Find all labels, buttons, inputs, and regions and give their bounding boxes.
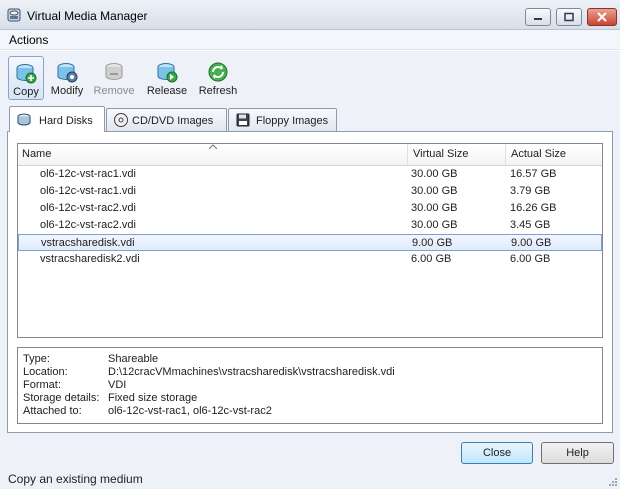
release-disk-icon: [157, 63, 178, 83]
release-label: Release: [146, 85, 188, 97]
column-header-actual-size[interactable]: Actual Size: [511, 148, 566, 160]
table-row-selected[interactable]: vstracsharedisk.vdi 9.00 GB 9.00 GB: [18, 234, 602, 251]
tab-cd-dvd-images[interactable]: CD/DVD Images: [106, 108, 227, 132]
remove-button[interactable]: Remove: [92, 56, 136, 100]
virtual-size: 30.00 GB: [411, 185, 458, 197]
modify-button[interactable]: Modify: [48, 56, 86, 100]
actual-size: 3.45 GB: [510, 219, 551, 231]
resize-grip-icon[interactable]: [608, 477, 618, 487]
details-panel: Type: Shareable Location: D:\12cracVMmac…: [17, 347, 603, 424]
table-row[interactable]: vstracsharedisk2.vdi 6.00 GB 6.00 GB: [18, 251, 602, 268]
sort-ascending-icon: [209, 144, 217, 149]
tab-hard-disks[interactable]: Hard Disks: [9, 106, 105, 132]
table-row[interactable]: ol6-12c-vst-rac2.vdi 30.00 GB 16.26 GB: [18, 200, 602, 217]
disk-name: vstracsharedisk.vdi: [41, 237, 135, 249]
help-button[interactable]: Help: [541, 442, 614, 464]
maximize-button[interactable]: [556, 8, 582, 26]
remove-disk-icon: [105, 63, 123, 80]
detail-label: Location:: [23, 366, 68, 378]
disk-name: ol6-12c-vst-rac2.vdi: [40, 219, 136, 231]
close-button[interactable]: Close: [461, 442, 533, 464]
detail-label: Type:: [23, 353, 50, 365]
detail-value: Shareable: [108, 353, 159, 365]
title-bar: Virtual Media Manager: [0, 0, 620, 30]
minimize-button[interactable]: [525, 8, 551, 26]
release-button[interactable]: Release: [144, 56, 190, 100]
cd-dvd-icon: [114, 113, 128, 127]
actual-size: 6.00 GB: [510, 253, 551, 265]
column-divider[interactable]: [407, 144, 408, 166]
actual-size: 16.26 GB: [510, 202, 557, 214]
copy-button[interactable]: Copy: [8, 56, 44, 100]
actual-size: 9.00 GB: [511, 237, 552, 249]
detail-row-attached: Attached to: ol6-12c-vst-rac1, ol6-12c-v…: [18, 405, 602, 418]
detail-row-location: Location: D:\12cracVMmachines\vstracshar…: [18, 366, 602, 379]
copy-label: Copy: [13, 86, 39, 98]
detail-label: Attached to:: [23, 405, 82, 417]
virtual-size: 30.00 GB: [411, 168, 458, 180]
modify-disk-icon: [57, 63, 78, 83]
detail-row-type: Type: Shareable: [18, 353, 602, 366]
column-divider[interactable]: [505, 144, 506, 166]
table-row[interactable]: ol6-12c-vst-rac2.vdi 30.00 GB 3.45 GB: [18, 217, 602, 234]
media-list[interactable]: Name Virtual Size Actual Size ol6-12c-vs…: [17, 143, 603, 338]
remove-label: Remove: [93, 85, 135, 97]
detail-row-format: Format: VDI: [18, 379, 602, 392]
window-title: Virtual Media Manager: [27, 9, 148, 23]
disk-name: ol6-12c-vst-rac1.vdi: [40, 168, 136, 180]
minimize-icon: [534, 18, 542, 20]
hard-disk-icon: [17, 113, 31, 126]
virtual-size: 30.00 GB: [411, 219, 458, 231]
status-bar: Copy an existing medium: [0, 469, 620, 489]
tab-cd-dvd-label: CD/DVD Images: [132, 115, 214, 127]
refresh-icon: [208, 62, 228, 82]
detail-label: Format:: [23, 379, 61, 391]
disk-name: vstracsharedisk2.vdi: [40, 253, 140, 265]
close-icon: [597, 12, 607, 22]
column-header-virtual-size[interactable]: Virtual Size: [413, 148, 468, 160]
detail-value: VDI: [108, 379, 127, 391]
copy-disk-icon: [16, 64, 37, 84]
list-header: Name Virtual Size Actual Size: [18, 144, 602, 166]
detail-value: D:\12cracVMmachines\vstracsharedisk\vstr…: [108, 366, 395, 378]
maximize-icon: [564, 12, 574, 22]
window-close-button[interactable]: [587, 8, 617, 26]
menu-actions[interactable]: Actions: [9, 33, 48, 47]
tab-floppy-label: Floppy Images: [256, 115, 329, 127]
modify-label: Modify: [50, 85, 84, 97]
tab-floppy-images[interactable]: Floppy Images: [228, 108, 337, 132]
floppy-icon: [236, 113, 250, 127]
table-row[interactable]: ol6-12c-vst-rac1.vdi 30.00 GB 3.79 GB: [18, 183, 602, 200]
virtual-size: 6.00 GB: [411, 253, 452, 265]
refresh-button[interactable]: Refresh: [195, 56, 241, 100]
actual-size: 3.79 GB: [510, 185, 551, 197]
virtualbox-disk-icon: [7, 8, 21, 22]
disk-name: ol6-12c-vst-rac2.vdi: [40, 202, 136, 214]
menu-bar: Actions: [0, 30, 620, 50]
detail-value: ol6-12c-vst-rac1, ol6-12c-vst-rac2: [108, 405, 272, 417]
actual-size: 16.57 GB: [510, 168, 557, 180]
refresh-label: Refresh: [198, 85, 238, 97]
tab-hard-disks-label: Hard Disks: [39, 115, 93, 127]
detail-row-storage: Storage details: Fixed size storage: [18, 392, 602, 405]
status-text: Copy an existing medium: [8, 472, 143, 486]
detail-value: Fixed size storage: [108, 392, 198, 404]
virtual-size: 30.00 GB: [411, 202, 458, 214]
table-row[interactable]: ol6-12c-vst-rac1.vdi 30.00 GB 16.57 GB: [18, 166, 602, 183]
column-header-name[interactable]: Name: [22, 148, 51, 160]
detail-label: Storage details:: [23, 392, 100, 404]
virtual-size: 9.00 GB: [412, 237, 453, 249]
disk-name: ol6-12c-vst-rac1.vdi: [40, 185, 136, 197]
